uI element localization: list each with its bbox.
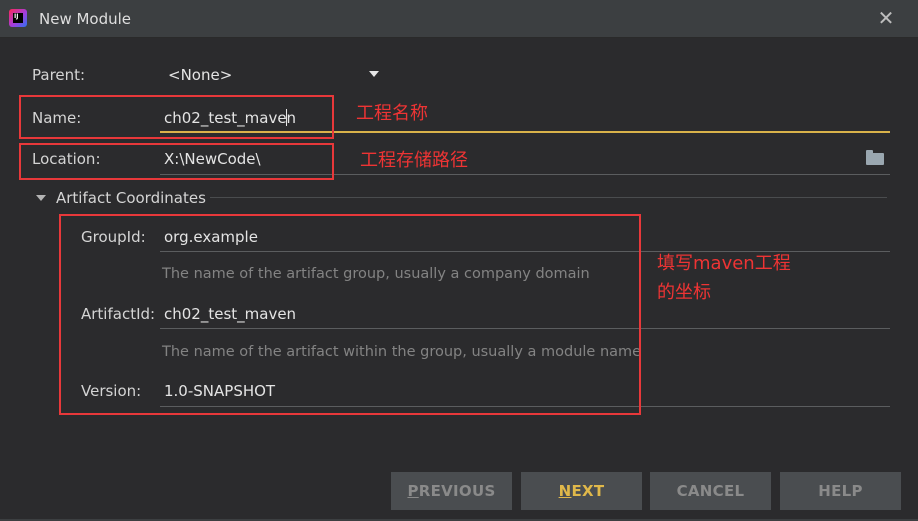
next-mnemonic: N	[558, 482, 572, 500]
location-highlight-box	[19, 143, 334, 180]
intellij-idea-icon: IJ	[9, 9, 27, 27]
folder-icon[interactable]	[866, 150, 884, 165]
name-highlight-box	[19, 95, 334, 139]
next-button[interactable]: NEXT	[521, 472, 642, 510]
cancel-button[interactable]: CANCEL	[650, 472, 771, 510]
coordinates-annotation-line2: 的坐标	[657, 282, 711, 303]
section-divider	[210, 197, 887, 198]
next-label-rest: EXT	[571, 482, 605, 500]
coordinates-highlight-box	[59, 214, 641, 415]
name-annotation: 工程名称	[356, 103, 428, 124]
parent-select-value: <None>	[168, 66, 233, 84]
previous-label-rest: REVIOUS	[418, 482, 496, 500]
artifact-coordinates-header[interactable]: Artifact Coordinates	[56, 189, 206, 207]
chevron-down-icon	[369, 71, 379, 77]
help-button[interactable]: HELP	[780, 472, 901, 510]
window-title: New Module	[39, 10, 132, 28]
parent-select[interactable]: <None>	[160, 60, 390, 90]
previous-mnemonic: P	[407, 482, 419, 500]
location-annotation: 工程存储路径	[360, 150, 468, 171]
title-bar: IJ New Module ✕	[0, 0, 918, 38]
close-icon[interactable]: ✕	[876, 8, 896, 28]
coordinates-annotation-line1: 填写maven工程	[657, 253, 791, 274]
parent-label: Parent:	[32, 66, 86, 84]
collapse-triangle-icon[interactable]	[36, 195, 46, 201]
previous-button[interactable]: PREVIOUS	[391, 472, 512, 510]
